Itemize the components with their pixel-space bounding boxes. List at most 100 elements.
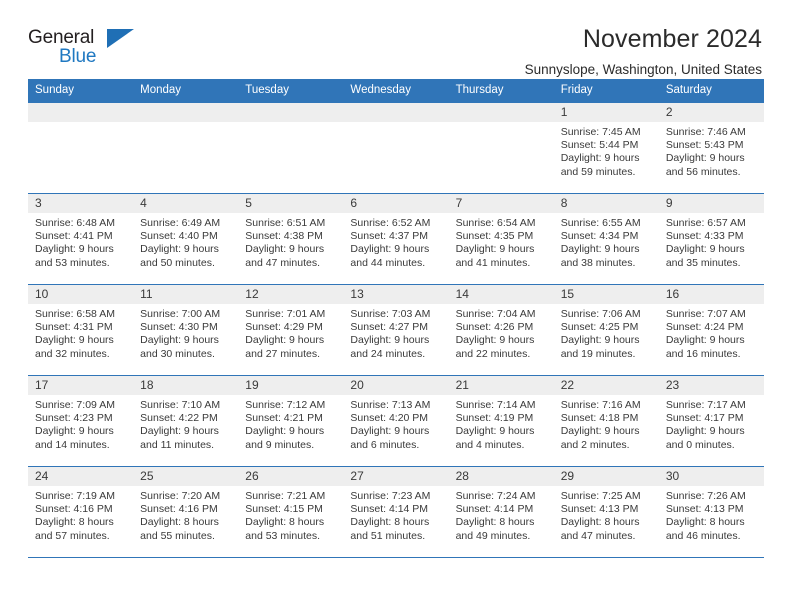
calendar-day-cell[interactable]: 13 Sunrise: 7:03 AM Sunset: 4:27 PM Dayligh… xyxy=(343,284,449,376)
daylight-duration-line2: and 50 minutes. xyxy=(140,256,215,269)
calendar-day-cell[interactable]: 27 Sunrise: 7:23 AM Sunset: 4:14 PM Dayligh… xyxy=(343,466,449,557)
sunrise-time: Sunrise: 7:23 AM xyxy=(350,490,431,502)
day-sun-info: Sunrise: 7:16 AM Sunset: 4:18 PM Daylight:… xyxy=(554,395,659,452)
calendar-day-cell[interactable]: 20 Sunrise: 7:13 AM Sunset: 4:20 PM Dayligh… xyxy=(343,375,449,467)
day-sun-info: Sunrise: 7:00 AM Sunset: 4:30 PM Daylight:… xyxy=(133,304,238,361)
general-blue-logo[interactable]: General Blue xyxy=(28,26,148,72)
calendar-day-cell[interactable]: 1 Sunrise: 7:45 AM Sunset: 5:44 PM Daylight… xyxy=(553,102,659,194)
calendar-day-cell[interactable]: 16 Sunrise: 7:07 AM Sunset: 4:24 PM Dayligh… xyxy=(658,284,764,376)
daylight-duration-line2: and 59 minutes. xyxy=(560,165,636,178)
sunrise-time: Sunrise: 6:48 AM xyxy=(35,217,115,229)
daylight-duration-line1: Daylight: 8 hours xyxy=(455,516,535,529)
sunrise-time: Sunrise: 7:06 AM xyxy=(560,308,641,320)
calendar-day-cell[interactable]: 4 Sunrise: 6:49 AM Sunset: 4:40 PM Daylight… xyxy=(133,193,239,285)
calendar-day-cell[interactable]: 24 Sunrise: 7:19 AM Sunset: 4:16 PM Dayligh… xyxy=(28,466,134,557)
calendar-day-cell[interactable]: 22 Sunrise: 7:16 AM Sunset: 4:18 PM Dayligh… xyxy=(553,375,659,467)
daylight-duration-line2: and 16 minutes. xyxy=(665,347,741,360)
day-sun-info: Sunrise: 6:55 AM Sunset: 4:34 PM Daylight:… xyxy=(554,213,659,270)
calendar-day-cell[interactable]: 23 Sunrise: 7:17 AM Sunset: 4:17 PM Dayligh… xyxy=(658,375,764,467)
calendar-day-cell[interactable]: 29 Sunrise: 7:25 AM Sunset: 4:13 PM Dayligh… xyxy=(553,466,659,557)
sunset-time: Sunset: 4:13 PM xyxy=(665,503,744,516)
page-title: November 2024 xyxy=(582,25,762,53)
logo-text-general: General xyxy=(28,27,95,48)
day-number: 28 xyxy=(448,467,554,486)
sunrise-time: Sunrise: 7:21 AM xyxy=(245,490,326,502)
day-cell-inner: 11 Sunrise: 7:00 AM Sunset: 4:30 PM Dayligh… xyxy=(133,285,239,375)
daylight-duration-line2: and 4 minutes. xyxy=(455,438,525,451)
day-number: 25 xyxy=(133,467,239,486)
calendar-day-cell[interactable]: 2 Sunrise: 7:46 AM Sunset: 5:43 PM Daylight… xyxy=(658,102,764,194)
day-sun-info: Sunrise: 7:46 AM Sunset: 5:43 PM Daylight:… xyxy=(659,122,764,179)
day-number: 7 xyxy=(448,194,554,213)
day-sun-info: Sunrise: 6:49 AM Sunset: 4:40 PM Daylight:… xyxy=(133,213,238,270)
calendar-day-cell[interactable]: 11 Sunrise: 7:00 AM Sunset: 4:30 PM Dayligh… xyxy=(133,284,239,376)
sunrise-time: Sunrise: 7:19 AM xyxy=(35,490,115,502)
calendar-day-cell[interactable]: 18 Sunrise: 7:10 AM Sunset: 4:22 PM Dayligh… xyxy=(133,375,239,467)
calendar-day-cell[interactable]: 21 Sunrise: 7:14 AM Sunset: 4:19 PM Dayligh… xyxy=(448,375,554,467)
sunset-time: Sunset: 4:33 PM xyxy=(665,230,744,243)
day-cell-inner: 20 Sunrise: 7:13 AM Sunset: 4:20 PM Dayligh… xyxy=(343,376,449,466)
calendar-day-cell[interactable]: 3 Sunrise: 6:48 AM Sunset: 4:41 PM Daylight… xyxy=(28,193,134,285)
daylight-duration-line2: and 47 minutes. xyxy=(245,256,320,269)
sunrise-time: Sunrise: 6:49 AM xyxy=(140,217,221,229)
calendar-day-cell[interactable]: 12 Sunrise: 7:01 AM Sunset: 4:29 PM Dayligh… xyxy=(238,284,344,376)
calendar-day-cell[interactable]: 10 Sunrise: 6:58 AM Sunset: 4:31 PM Dayligh… xyxy=(28,284,134,376)
calendar-day-cell[interactable]: 14 Sunrise: 7:04 AM Sunset: 4:26 PM Dayligh… xyxy=(448,284,554,376)
sunset-time: Sunset: 4:22 PM xyxy=(140,412,218,425)
sunrise-time: Sunrise: 6:58 AM xyxy=(35,308,115,320)
title-block: November 2024 Sunnyslope, Washington, Un… xyxy=(525,25,764,77)
calendar-day-cell[interactable]: 17 Sunrise: 7:09 AM Sunset: 4:23 PM Dayligh… xyxy=(28,375,134,467)
day-cell-inner: 23 Sunrise: 7:17 AM Sunset: 4:17 PM Dayligh… xyxy=(658,376,764,466)
daylight-duration-line1: Daylight: 9 hours xyxy=(35,425,114,438)
daylight-duration-line1: Daylight: 9 hours xyxy=(350,334,430,347)
day-number: 18 xyxy=(133,376,239,395)
day-number: 17 xyxy=(28,376,134,395)
sunset-time: Sunset: 4:30 PM xyxy=(140,321,218,334)
sunrise-time: Sunrise: 7:26 AM xyxy=(665,490,746,502)
calendar-day-cell[interactable]: 8 Sunrise: 6:55 AM Sunset: 4:34 PM Daylight… xyxy=(553,193,659,285)
calendar-day-cell[interactable]: 28 Sunrise: 7:24 AM Sunset: 4:14 PM Dayligh… xyxy=(448,466,554,557)
day-sun-info: Sunrise: 7:23 AM Sunset: 4:14 PM Daylight:… xyxy=(343,486,448,543)
sunrise-time: Sunrise: 7:45 AM xyxy=(560,126,641,138)
day-number: 29 xyxy=(553,467,659,486)
day-cell-inner: 1 Sunrise: 7:45 AM Sunset: 5:44 PM Daylight… xyxy=(553,103,659,193)
day-number: 10 xyxy=(28,285,134,304)
day-sun-info: Sunrise: 6:52 AM Sunset: 4:37 PM Daylight:… xyxy=(343,213,448,270)
calendar-day-cell[interactable]: 30 Sunrise: 7:26 AM Sunset: 4:13 PM Dayligh… xyxy=(658,466,764,557)
sunrise-time: Sunrise: 7:00 AM xyxy=(140,308,221,320)
day-cell-inner: 3 Sunrise: 6:48 AM Sunset: 4:41 PM Daylight… xyxy=(28,194,134,284)
sunset-time: Sunset: 4:14 PM xyxy=(455,503,534,516)
daylight-duration-line1: Daylight: 8 hours xyxy=(140,516,219,529)
sunset-time: Sunset: 4:25 PM xyxy=(560,321,639,334)
calendar-day-cell[interactable]: 26 Sunrise: 7:21 AM Sunset: 4:15 PM Dayligh… xyxy=(238,466,344,557)
calendar-day-cell[interactable]: 15 Sunrise: 7:06 AM Sunset: 4:25 PM Dayligh… xyxy=(553,284,659,376)
calendar-day-cell[interactable]: 9 Sunrise: 6:57 AM Sunset: 4:33 PM Daylight… xyxy=(658,193,764,285)
daylight-duration-line2: and 14 minutes. xyxy=(35,438,110,451)
day-cell-inner: 4 Sunrise: 6:49 AM Sunset: 4:40 PM Daylight… xyxy=(133,194,239,284)
day-cell-inner: 24 Sunrise: 7:19 AM Sunset: 4:16 PM Dayligh… xyxy=(28,467,134,557)
day-number: 5 xyxy=(238,194,344,213)
calendar-day-cell[interactable]: 19 Sunrise: 7:12 AM Sunset: 4:21 PM Dayligh… xyxy=(238,375,344,467)
sunset-time: Sunset: 4:27 PM xyxy=(350,321,429,334)
calendar-bottom-rule xyxy=(28,557,764,558)
daylight-duration-line1: Daylight: 9 hours xyxy=(560,243,640,256)
day-sun-info: Sunrise: 7:26 AM Sunset: 4:13 PM Daylight:… xyxy=(659,486,764,543)
day-number: 2 xyxy=(658,103,764,122)
sunrise-time: Sunrise: 7:20 AM xyxy=(140,490,221,502)
daylight-duration-line2: and 41 minutes. xyxy=(455,256,531,269)
daylight-duration-line2: and 51 minutes. xyxy=(350,529,426,542)
sunset-time: Sunset: 5:44 PM xyxy=(560,139,639,152)
page-header: General Blue November 2024 Sunnyslope, W… xyxy=(28,0,764,76)
day-sun-info: Sunrise: 7:03 AM Sunset: 4:27 PM Daylight:… xyxy=(343,304,448,361)
daylight-duration-line2: and 38 minutes. xyxy=(560,256,636,269)
day-sun-info: Sunrise: 7:12 AM Sunset: 4:21 PM Daylight:… xyxy=(238,395,343,452)
sunset-time: Sunset: 4:16 PM xyxy=(35,503,113,516)
day-number: 1 xyxy=(553,103,659,122)
daylight-duration-line1: Daylight: 8 hours xyxy=(560,516,640,529)
calendar-day-cell[interactable]: 25 Sunrise: 7:20 AM Sunset: 4:16 PM Dayligh… xyxy=(133,466,239,557)
calendar-day-cell[interactable]: 7 Sunrise: 6:54 AM Sunset: 4:35 PM Daylight… xyxy=(448,193,554,285)
day-sun-info: Sunrise: 7:17 AM Sunset: 4:17 PM Daylight:… xyxy=(659,395,764,452)
day-cell-inner: 16 Sunrise: 7:07 AM Sunset: 4:24 PM Dayligh… xyxy=(658,285,764,375)
calendar-day-cell[interactable]: 6 Sunrise: 6:52 AM Sunset: 4:37 PM Daylight… xyxy=(343,193,449,285)
calendar-day-cell[interactable]: 5 Sunrise: 6:51 AM Sunset: 4:38 PM Daylight… xyxy=(238,193,344,285)
